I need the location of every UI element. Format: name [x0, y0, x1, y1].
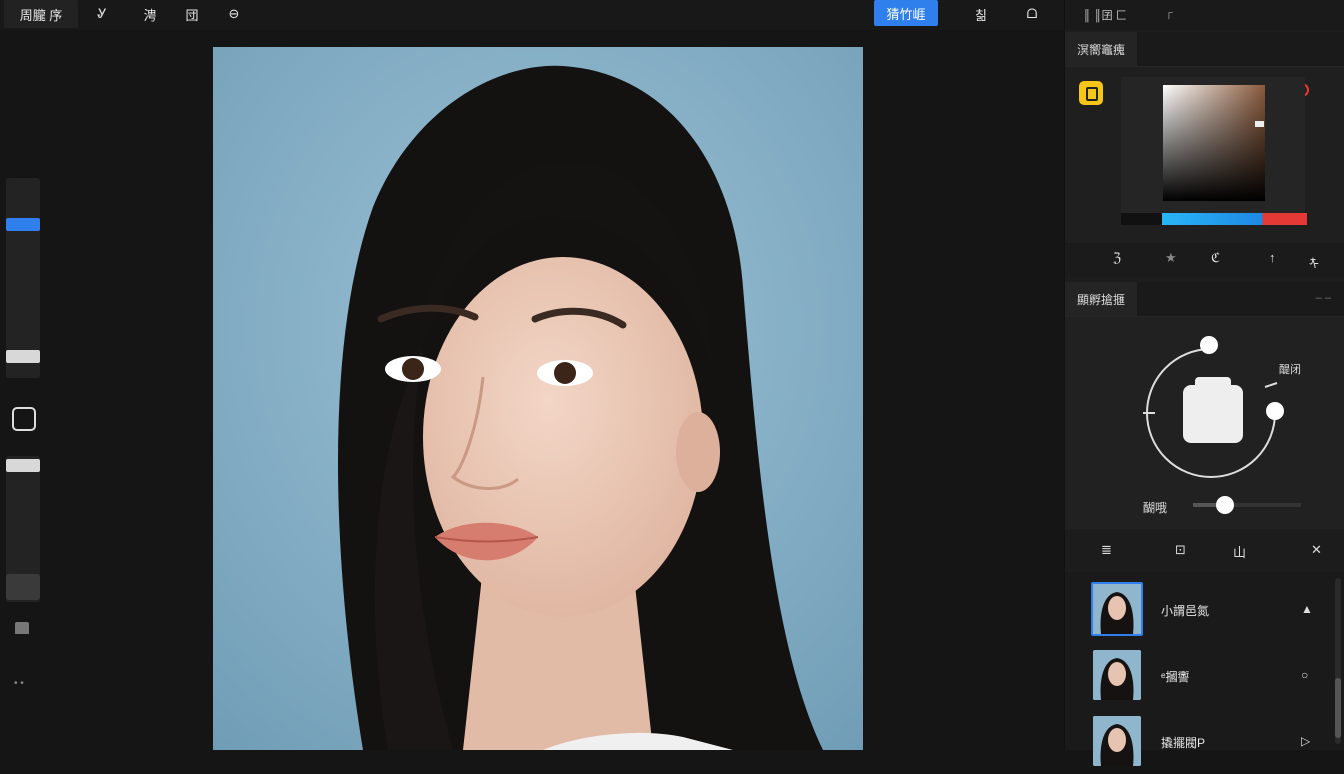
- visibility-icon[interactable]: ▷: [1301, 734, 1310, 748]
- dial-label: 醍闭: [1279, 364, 1301, 376]
- hue-slider[interactable]: [1121, 213, 1307, 225]
- status-right: ┌: [1165, 7, 1173, 19]
- transform-panel-header: 顯孵搶擓 ‒ ‒: [1065, 282, 1344, 317]
- opacity-slider[interactable]: [6, 456, 40, 602]
- photo-canvas[interactable]: [213, 47, 863, 750]
- color-panel-title: 溟嚮竈瘣: [1077, 42, 1126, 57]
- brush-size-handle[interactable]: [6, 218, 40, 231]
- strength-label: 醐哦: [1143, 501, 1168, 515]
- layer-name: ᵉ摑讏: [1161, 670, 1190, 684]
- layer-item[interactable]: ᵉ摑讏 ○: [1079, 644, 1335, 708]
- strength-handle[interactable]: [1216, 496, 1235, 514]
- color-tool-row: ℨ ★ ℭ ↑ ᡮ: [1065, 243, 1344, 277]
- primary-action-button[interactable]: 猜竹崕: [874, 0, 938, 26]
- opacity-handle[interactable]: [6, 459, 40, 472]
- panel-status-bar: ║ ║囝 匚 ┌: [1065, 0, 1344, 30]
- layers-scroll-thumb[interactable]: [1335, 678, 1341, 738]
- menu-label: 周朧 序: [19, 7, 63, 23]
- square-shape-icon[interactable]: [12, 407, 36, 431]
- star-icon[interactable]: ★: [1165, 250, 1177, 266]
- brush-size-slider[interactable]: [6, 178, 40, 378]
- menu-button[interactable]: 周朧 序: [4, 0, 78, 28]
- rotate-icon[interactable]: ℭ: [1211, 250, 1220, 266]
- eraser-icon[interactable]: [15, 622, 29, 634]
- layer-thumbnail: [1091, 582, 1143, 636]
- layer-name: 撬擺閥P: [1161, 736, 1206, 750]
- transform-panel-title: 顯孵搶擓: [1077, 292, 1126, 307]
- top-toolbar: 周朧 序 Ꮍ 涄 団 ⊖ 猜竹崕 칢 ᗝ: [0, 0, 1064, 30]
- layer-item[interactable]: 撬擺閥P ▷: [1079, 710, 1335, 774]
- left-tool-strip: • •: [0, 30, 52, 750]
- color-panel-tab[interactable]: 溟嚮竈瘣: [1065, 32, 1138, 66]
- transform-area: 醍闭 醐哦: [1065, 317, 1344, 529]
- export-button[interactable]: ᗝ: [1012, 0, 1052, 28]
- layers-icon[interactable]: ≣: [1101, 542, 1112, 558]
- strength-slider[interactable]: [1193, 496, 1301, 514]
- split-icon[interactable]: ᡮ: [1309, 250, 1319, 273]
- mask-icon: ⊖: [228, 6, 240, 21]
- rotation-dial[interactable]: [1065, 327, 1344, 497]
- tool-brush-button[interactable]: Ꮍ: [86, 0, 118, 28]
- opacity-well: [6, 574, 40, 600]
- color-panel-header: 溟嚮竈瘣: [1065, 32, 1344, 67]
- duplicate-icon[interactable]: ⊡: [1175, 542, 1186, 558]
- primary-action-label: 猜竹崕: [886, 6, 926, 22]
- swatch-icon[interactable]: [1079, 81, 1103, 105]
- layers-scrollbar[interactable]: [1335, 578, 1341, 744]
- brush-size-marker: [6, 350, 40, 363]
- status-left: ║ ║囝 匚: [1083, 10, 1127, 22]
- layer-name: 小謂邑氮: [1161, 604, 1210, 618]
- export-icon: ᗝ: [1026, 6, 1038, 21]
- wand-icon[interactable]: ℨ: [1113, 250, 1121, 266]
- visibility-icon[interactable]: ▲: [1301, 602, 1313, 616]
- delete-icon[interactable]: ✕: [1311, 542, 1322, 558]
- merge-icon[interactable]: 山: [1233, 542, 1246, 561]
- layer-tool-row: ≣ ⊡ 山 ✕: [1065, 535, 1344, 569]
- tool-adjust-button[interactable]: 涄: [134, 0, 166, 28]
- transform-panel-tab[interactable]: 顯孵搶擓: [1065, 282, 1138, 316]
- brush-icon: Ꮍ: [97, 6, 107, 21]
- layers-list: 小謂邑氮 ▲ ᵉ摑讏 ○ 撬擺閥P ▷: [1065, 572, 1344, 766]
- visibility-icon[interactable]: ○: [1301, 668, 1308, 682]
- layer-thumbnail: [1093, 650, 1141, 700]
- share-button[interactable]: 칢: [962, 0, 1000, 28]
- right-panel: ║ ║囝 匚 ┌ 溟嚮竈瘣 ℨ ★ ℭ ↑ ᡮ 顯孵搶擓 ‒ ‒ 醍闭 醐哦 ≣…: [1064, 0, 1344, 766]
- adjust-icon: 涄: [143, 7, 157, 23]
- arrow-up-icon[interactable]: ↑: [1269, 250, 1276, 265]
- layer-item[interactable]: 小謂邑氮 ▲: [1079, 578, 1335, 642]
- saturation-cursor[interactable]: [1255, 121, 1264, 127]
- layer-thumbnail: [1093, 716, 1141, 766]
- collapse-icon[interactable]: ‒ ‒: [1316, 292, 1331, 304]
- saturation-field[interactable]: [1163, 85, 1265, 201]
- tool-mask-button[interactable]: ⊖: [218, 0, 250, 28]
- portrait-image: [213, 47, 863, 750]
- more-icon[interactable]: • •: [14, 678, 24, 689]
- tool-crop-button[interactable]: 団: [176, 0, 208, 28]
- share-icon: 칢: [975, 7, 987, 23]
- crop-icon: 団: [185, 7, 199, 23]
- color-picker-area: [1065, 67, 1344, 243]
